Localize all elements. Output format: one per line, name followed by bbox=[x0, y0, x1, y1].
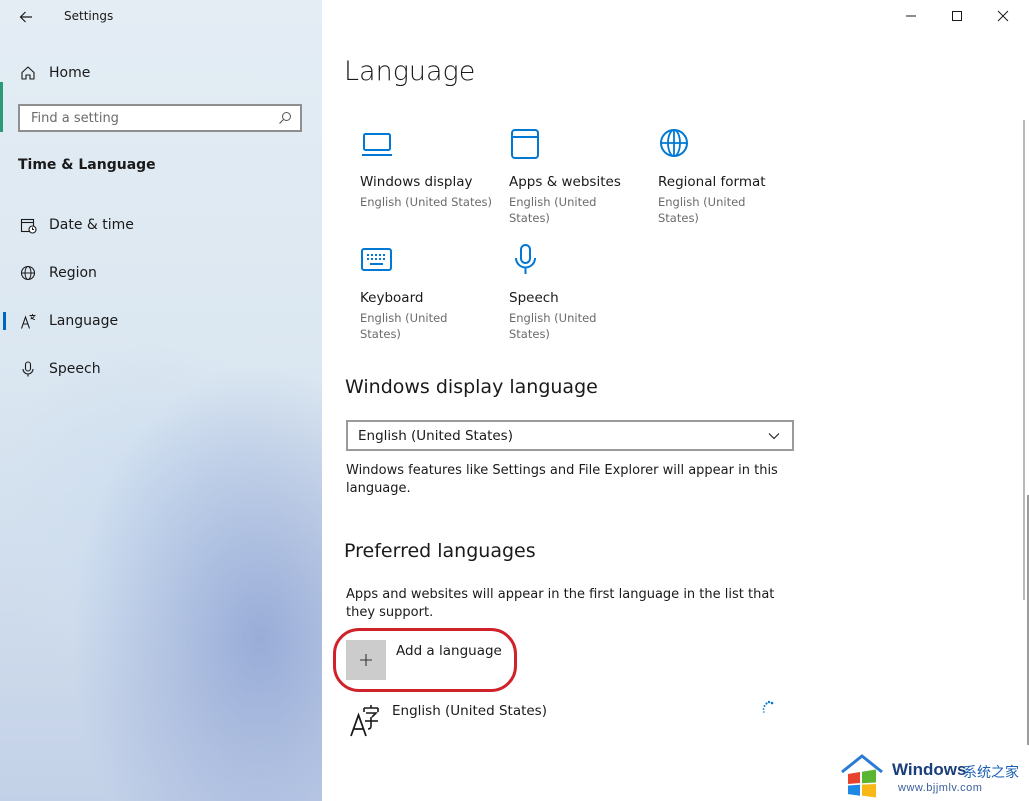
tile-subtitle: English (United States) bbox=[509, 195, 597, 225]
display-language-dropdown[interactable]: English (United States) bbox=[346, 420, 794, 451]
app-title: Settings bbox=[64, 9, 114, 23]
plus-icon-box bbox=[346, 640, 386, 680]
tile-subtitle: English (United States) bbox=[360, 311, 448, 341]
selection-indicator bbox=[3, 312, 6, 330]
tile-subtitle: English (United States) bbox=[658, 195, 746, 225]
window-icon bbox=[511, 129, 539, 159]
tile-title: Keyboard bbox=[360, 290, 424, 306]
add-language-button[interactable]: Add a language bbox=[346, 640, 516, 680]
tile-subtitle: English (United States) bbox=[509, 311, 597, 341]
tile-title: Windows display bbox=[360, 174, 473, 190]
sidebar-item-date-time[interactable]: Date & time bbox=[0, 207, 322, 243]
sidebar-item-label: Language bbox=[49, 313, 119, 329]
sidebar-item-home[interactable]: Home bbox=[0, 55, 322, 91]
tile-title: Speech bbox=[509, 290, 559, 306]
watermark: Windows 系统之家 www.bjjmlv.com bbox=[838, 748, 1029, 801]
minimize-icon bbox=[906, 15, 916, 17]
main-content: Language Windows display English (United… bbox=[322, 0, 1029, 801]
language-name: English (United States) bbox=[392, 703, 547, 719]
display-icon bbox=[362, 133, 392, 156]
sidebar: Settings Home Time & Language Date & tim… bbox=[0, 0, 322, 801]
add-language-label: Add a language bbox=[396, 643, 502, 659]
microphone-icon bbox=[515, 244, 536, 274]
maximize-icon bbox=[952, 11, 962, 21]
globe-icon bbox=[660, 129, 688, 157]
preferred-languages-heading: Preferred languages bbox=[344, 540, 536, 562]
search-icon[interactable] bbox=[278, 111, 292, 125]
tile-title: Apps & websites bbox=[509, 174, 621, 190]
sidebar-item-label: Home bbox=[49, 65, 91, 81]
globe-icon bbox=[19, 264, 37, 282]
loading-spinner-icon bbox=[762, 700, 774, 713]
home-icon bbox=[19, 64, 37, 82]
sidebar-item-label: Date & time bbox=[49, 217, 134, 233]
watermark-url: www.bjjmlv.com bbox=[898, 782, 983, 794]
display-language-description: Windows features like Settings and File … bbox=[346, 463, 778, 496]
page-title: Language bbox=[344, 56, 476, 87]
tile-regional-format[interactable]: Regional format English (United States) bbox=[658, 128, 768, 226]
microphone-icon bbox=[19, 360, 37, 378]
tile-apps-websites[interactable]: Apps & websites English (United States) bbox=[509, 128, 629, 226]
plus-icon bbox=[360, 654, 372, 666]
windows-logo-icon bbox=[841, 754, 883, 798]
sidebar-item-region[interactable]: Region bbox=[0, 255, 322, 291]
calendar-clock-icon bbox=[19, 216, 37, 234]
tile-keyboard[interactable]: Keyboard English (United States) bbox=[360, 244, 465, 342]
section-heading: Time & Language bbox=[18, 157, 156, 173]
back-button[interactable] bbox=[10, 3, 42, 31]
sidebar-item-label: Speech bbox=[49, 361, 101, 377]
scrollbar[interactable] bbox=[1023, 120, 1025, 600]
tile-subtitle: English (United States) bbox=[360, 195, 493, 209]
dropdown-value: English (United States) bbox=[358, 427, 513, 444]
close-icon bbox=[997, 10, 1009, 22]
watermark-brand: Windows bbox=[892, 760, 967, 779]
language-icon bbox=[19, 312, 37, 330]
close-button[interactable] bbox=[980, 0, 1026, 32]
minimize-button[interactable] bbox=[888, 0, 934, 32]
tile-title: Regional format bbox=[658, 174, 766, 190]
search-input[interactable] bbox=[29, 106, 278, 130]
language-list-item[interactable]: English (United States) bbox=[346, 700, 786, 740]
sidebar-item-label: Region bbox=[49, 265, 97, 281]
sidebar-item-language[interactable]: Language bbox=[0, 303, 322, 339]
back-arrow-icon bbox=[19, 11, 32, 23]
maximize-button[interactable] bbox=[934, 0, 980, 32]
display-language-heading: Windows display language bbox=[345, 376, 598, 398]
watermark-cn-text: 系统之家 bbox=[963, 765, 1019, 781]
language-icon bbox=[350, 705, 379, 737]
sidebar-item-speech[interactable]: Speech bbox=[0, 351, 322, 387]
tile-speech[interactable]: Speech English (United States) bbox=[509, 244, 614, 342]
search-box[interactable] bbox=[18, 104, 302, 132]
title-bar: Settings bbox=[0, 0, 322, 34]
preferred-languages-description: Apps and websites will appear in the fir… bbox=[346, 587, 775, 620]
chevron-down-icon bbox=[768, 432, 780, 439]
tile-windows-display[interactable]: Windows display English (United States) bbox=[360, 128, 500, 210]
keyboard-icon bbox=[361, 248, 392, 271]
